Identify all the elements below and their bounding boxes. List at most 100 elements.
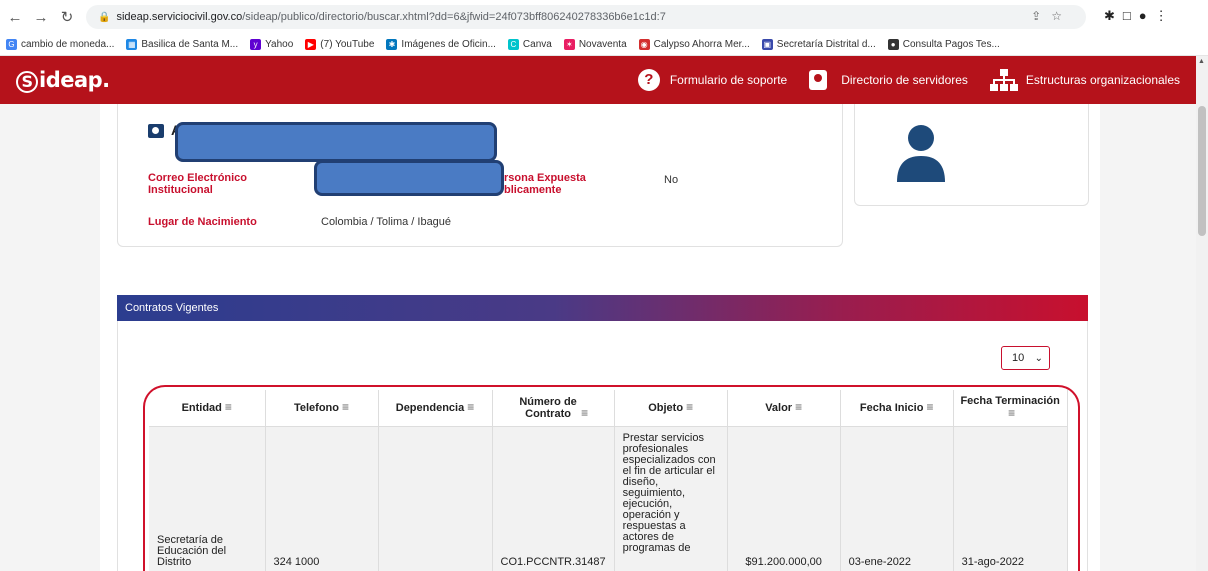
window-icon[interactable]: □	[1123, 8, 1139, 23]
page-size-value: 10	[1012, 352, 1025, 364]
email-label: Correo Electrónico Institucional	[148, 172, 248, 196]
extensions: ✱□●⋮	[1104, 8, 1176, 24]
sort-icon: ≡	[686, 400, 694, 415]
menu-server-directory[interactable]: Directorio de servidores	[809, 70, 968, 90]
id-badge-icon	[148, 124, 164, 138]
google-icon: G	[6, 39, 17, 50]
birthplace-label: Lugar de Nacimiento	[148, 216, 257, 228]
sort-icon: ≡	[467, 400, 475, 415]
bookmark-item[interactable]: y Yahoo	[250, 39, 293, 50]
calypso-icon: ◉	[638, 39, 650, 50]
bookmark-item[interactable]: ▦ Basilica de Santa M...	[126, 39, 238, 50]
youtube-icon: ▶	[305, 39, 317, 50]
novaventa-icon: ✶	[563, 39, 575, 50]
back-icon[interactable]: ←	[4, 9, 26, 26]
sort-icon: ≡	[795, 400, 803, 415]
bookmark-label: Calypso Ahorra Mer...	[653, 39, 750, 50]
sort-icon: ≡	[224, 400, 232, 415]
cell-dependencia	[378, 426, 493, 571]
share-icon[interactable]: ⇪	[1031, 9, 1051, 23]
profile-card: A Correo Electrónico Institucional rsona…	[117, 104, 843, 247]
page-scrollbar[interactable]: ▲	[1196, 56, 1208, 571]
bookmark-star-icon[interactable]: ☆	[1051, 9, 1072, 23]
avatar-card	[854, 104, 1089, 206]
menu-label: Directorio de servidores	[841, 73, 968, 87]
bookmarks-bar: Gcambio de moneda... ▦ Basilica de Santa M…	[0, 34, 1208, 56]
page-size-select[interactable]: 10 ⌄	[1001, 346, 1050, 370]
col-fecha-terminacion[interactable]: Fecha Terminación ≡	[953, 390, 1068, 427]
col-objeto[interactable]: Objeto ≡	[614, 390, 728, 427]
url-host: sideap.serviciocivil.gov.co	[116, 11, 243, 23]
sort-icon: ≡	[342, 400, 350, 415]
cell-valor: $91.200.000,00	[727, 426, 841, 571]
pep-label: rsona Expuesta blicamente	[504, 172, 586, 196]
cell-fecha-inicio: 03-ene-2022	[840, 426, 954, 571]
col-telefono[interactable]: Telefono ≡	[265, 390, 379, 427]
col-dependencia[interactable]: Dependencia ≡	[378, 390, 493, 427]
star-icon: ✱	[386, 39, 398, 50]
col-fecha-inicio[interactable]: Fecha Inicio ≡	[840, 390, 954, 427]
profile-icon[interactable]: ●	[1139, 8, 1155, 23]
bookmark-label: Imágenes de Oficin...	[401, 39, 496, 50]
col-numero-contrato[interactable]: Número de Contrato ≡	[492, 390, 615, 427]
user-avatar-icon	[897, 125, 945, 182]
contact-card-icon	[809, 70, 828, 90]
contracts-header: Contratos Vigentes	[117, 295, 1088, 321]
bookmark-label: Canva	[522, 39, 552, 50]
app-header: Sideap. ? Formulario de soporte Director…	[0, 56, 1196, 104]
sort-icon: ≡	[1008, 406, 1016, 421]
bookmark-label: Basilica de Santa M...	[141, 39, 239, 50]
bookmark-label: Novaventa	[578, 39, 627, 50]
birthplace-value: Colombia / Tolima / Ibagué	[321, 216, 452, 228]
bookmark-item[interactable]: Gcambio de moneda...	[6, 39, 114, 50]
menu-support-form[interactable]: ? Formulario de soporte	[637, 69, 788, 91]
sideap-logo[interactable]: Sideap.	[16, 68, 110, 93]
yahoo-icon: y	[250, 39, 262, 50]
canva-icon: C	[507, 39, 519, 50]
forward-icon[interactable]: →	[30, 9, 52, 26]
address-bar[interactable]: 🔒 sideap.serviciocivil.gov.co/sideap/pub…	[86, 5, 1086, 29]
url-path: /sideap/publico/directorio/buscar.xhtml?…	[242, 11, 666, 23]
bookmark-item[interactable]: ◉ Calypso Ahorra Mer...	[638, 39, 750, 50]
logo-text: ideap.	[39, 67, 110, 92]
bookmark-item[interactable]: C Canva	[507, 39, 552, 50]
col-valor[interactable]: Valor ≡	[727, 390, 841, 427]
bookmark-label: Consulta Pagos Tes...	[902, 39, 1000, 50]
bookmark-item[interactable]: ● Consulta Pagos Tes...	[887, 39, 1000, 50]
cell-telefono: 324 1000	[265, 426, 379, 571]
question-icon: ?	[637, 69, 660, 91]
redacted-name	[175, 122, 497, 162]
header-menu: ? Formulario de soporte Directorio de se…	[616, 56, 1180, 104]
sort-icon: ≡	[926, 400, 934, 415]
org-chart-icon	[989, 69, 1018, 91]
bookmark-item[interactable]: ▶ (7) YouTube	[305, 39, 374, 50]
reload-icon[interactable]: ↻	[56, 8, 78, 26]
globe-icon: ●	[887, 39, 899, 50]
bookmark-item[interactable]: ✶ Novaventa	[563, 39, 627, 50]
cell-fecha-fin: 31-ago-2022	[953, 426, 1068, 571]
redacted-email	[314, 160, 504, 196]
scroll-up-icon[interactable]: ▲	[1198, 58, 1205, 65]
menu-label: Estructuras organizacionales	[1025, 73, 1180, 87]
bookmark-label: (7) YouTube	[320, 39, 375, 50]
contracts-table-wrapper: Entidad ≡ Telefono ≡ Dependencia ≡ Número d…	[143, 385, 1080, 571]
lock-icon[interactable]: 🔒	[98, 12, 110, 23]
bookmark-item[interactable]: ✱ Imágenes de Oficin...	[386, 39, 496, 50]
grid-icon: ▦	[126, 39, 138, 50]
puzzle-icon[interactable]: ✱	[1104, 8, 1123, 23]
bookmark-item[interactable]: ▣ Secretaría Distrital d...	[761, 39, 876, 50]
more-icon[interactable]: ⋮	[1155, 8, 1176, 23]
menu-label: Formulario de soporte	[669, 73, 788, 87]
sort-icon: ≡	[581, 405, 589, 420]
scroll-thumb[interactable]	[1198, 106, 1206, 236]
menu-org-structures[interactable]: Estructuras organizacionales	[989, 69, 1180, 91]
bookmark-label: cambio de moneda...	[21, 39, 115, 50]
cell-numero: CO1.PCCNTR.31487	[492, 426, 615, 571]
table-row: Secretaría de Educación del Distrito 324…	[149, 426, 1068, 571]
contracts-table: Entidad ≡ Telefono ≡ Dependencia ≡ Número d…	[149, 390, 1068, 571]
pep-value: No	[664, 174, 679, 186]
cell-entidad: Secretaría de Educación del Distrito	[149, 426, 266, 571]
bookmark-label: Yahoo	[265, 39, 294, 50]
col-entidad[interactable]: Entidad ≡	[149, 390, 266, 427]
bookmark-label: Secretaría Distrital d...	[776, 39, 876, 50]
